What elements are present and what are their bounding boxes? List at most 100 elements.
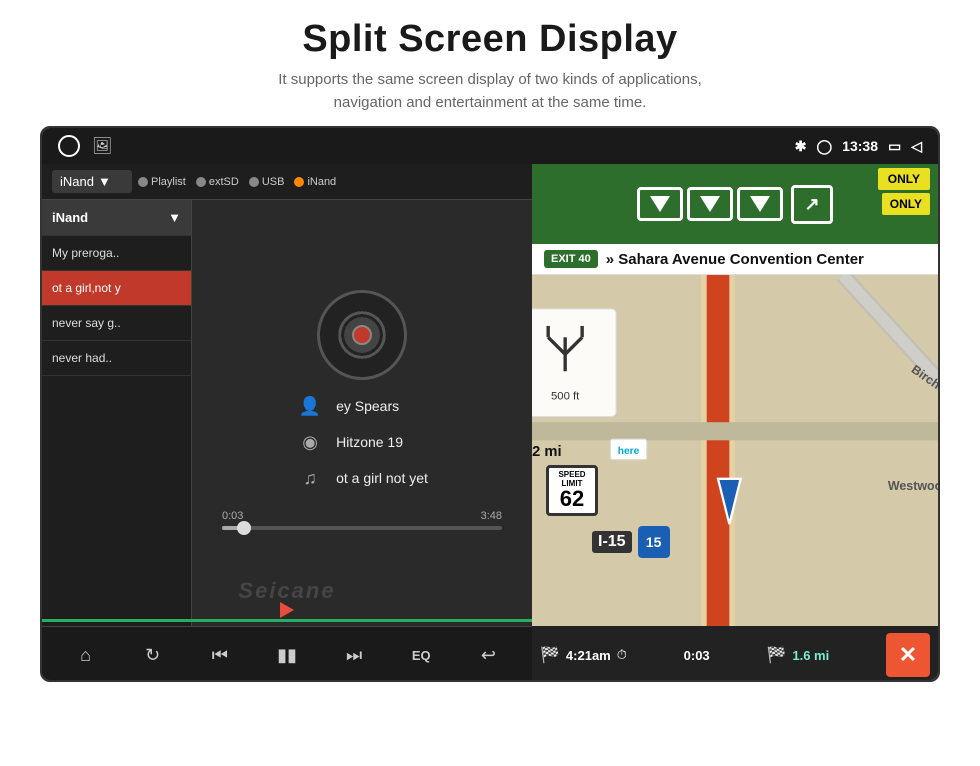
progress-bar[interactable] — [222, 526, 502, 530]
image-icon: 🖼 — [92, 136, 112, 156]
map-svg: Birch St Westwoo... 500 ft — [532, 275, 938, 626]
highway-badge: I-15 15 — [592, 526, 670, 558]
highway-sign-1 — [637, 187, 683, 221]
source-selector-bar: iNand ▼ Playlist extSD USB — [42, 164, 532, 200]
chevron-down-icon: ▼ — [98, 174, 111, 189]
pause-button[interactable]: ▮▮ — [267, 636, 307, 676]
music-player-panel: iNand ▼ Playlist extSD USB — [42, 164, 532, 682]
end-flag-icon: 🏁 — [766, 645, 786, 665]
svg-text:0.2 mi: 0.2 mi — [532, 444, 562, 460]
time-display: 13:38 — [842, 138, 878, 154]
artist-row: 👤 ey Spears — [296, 392, 428, 420]
source-option-extsd[interactable]: extSD — [196, 176, 239, 188]
trip-time-block: 0:03 — [684, 648, 710, 663]
only-sign: ONLY — [882, 193, 930, 215]
map-area: Birch St Westwoo... 500 ft — [532, 275, 938, 626]
radio-dot-extsd — [196, 177, 206, 187]
controls-bar: ⌂ ↻ ⏮ ▮▮ ⏭ EQ ↩ — [42, 626, 532, 682]
svg-text:here: here — [618, 446, 640, 457]
device-frame: 🖼 ✱ ◯ 13:38 ▭ ◁ iNand ▼ Playlist — [40, 126, 940, 682]
home-button[interactable]: ⌂ — [66, 636, 106, 676]
speed-limit-value: 62 — [560, 486, 584, 511]
next-button[interactable]: ⏭ — [334, 636, 374, 676]
location-icon: ◯ — [817, 138, 833, 155]
list-item[interactable]: ot a girl,not y — [42, 271, 191, 306]
screen-icon: ▭ — [888, 138, 901, 155]
person-icon: 👤 — [296, 392, 324, 420]
bluetooth-icon: ✱ — [795, 138, 807, 155]
main-content: iNand ▼ Playlist extSD USB — [42, 164, 938, 682]
destination-text: » Sahara Avenue Convention Center — [606, 251, 864, 268]
distance-block: 🏁 1.6 mi — [766, 645, 829, 665]
source-dropdown[interactable]: iNand ▼ — [52, 170, 132, 193]
page-subtitle: It supports the same screen display of t… — [60, 69, 920, 114]
source-header-item: iNand ▼ — [42, 200, 191, 236]
song-list: iNand ▼ My preroga.. ot a girl,not y nev… — [42, 200, 192, 626]
progress-area: 0:03 3:48 — [202, 504, 522, 536]
nav-bottom-bar: 🏁 4:21am ⏱ 0:03 🏁 1.6 mi ✕ — [532, 626, 938, 682]
highway-shield: 15 — [638, 526, 670, 558]
arrow-diag-icon: ↗ — [804, 194, 819, 215]
play-indicator — [280, 602, 294, 618]
page-header: Split Screen Display It supports the sam… — [0, 0, 980, 126]
progress-thumb[interactable] — [237, 521, 251, 535]
svg-text:Westwoo...: Westwoo... — [888, 479, 938, 493]
navigation-panel: ↗ ONLY ONLY EXIT 40 » Sahara Avenue Conv… — [532, 164, 938, 682]
arrow-down-icon-2 — [700, 196, 720, 212]
speed-limit-sign: SPEEDLIMIT 62 — [546, 465, 598, 516]
track-name: ot a girl not yet — [336, 470, 428, 486]
highway-label: I-15 — [592, 531, 632, 553]
source-option-playlist[interactable]: Playlist — [138, 176, 186, 188]
radio-dot-inand — [294, 177, 304, 187]
arrow-down-icon-1 — [650, 196, 670, 212]
only-badge: ONLY — [878, 168, 930, 190]
exit-badge: EXIT 40 — [544, 250, 598, 268]
highway-sign-4: ↗ ONLY — [791, 185, 832, 224]
prev-button[interactable]: ⏮ — [200, 636, 240, 676]
disc-icon: ◉ — [296, 428, 324, 456]
track-row: ♫ ot a girl not yet — [296, 464, 428, 492]
trip-time: 0:03 — [684, 648, 710, 663]
page-title: Split Screen Display — [60, 18, 920, 61]
nav-highway-signs: ↗ ONLY ONLY — [532, 164, 938, 244]
total-time: 3:48 — [481, 510, 502, 522]
distance-remaining: 1.6 mi — [792, 648, 829, 663]
highway-sign-3 — [737, 187, 783, 221]
current-time: 0:03 — [222, 510, 243, 522]
list-item[interactable]: My preroga.. — [42, 236, 191, 271]
source-option-usb[interactable]: USB — [249, 176, 285, 188]
vinyl-center — [352, 325, 372, 345]
track-info: 👤 ey Spears ◉ Hitzone 19 ♫ ot a girl not… — [296, 392, 428, 492]
source-options: Playlist extSD USB iNand — [138, 176, 336, 188]
vinyl-disk — [317, 290, 407, 380]
status-left: 🖼 — [58, 135, 112, 157]
playlist-area: iNand ▼ My preroga.. ot a girl,not y nev… — [42, 200, 532, 626]
source-option-inand[interactable]: iNand — [294, 176, 336, 188]
repeat-button[interactable]: ↻ — [133, 636, 173, 676]
album-name: Hitzone 19 — [336, 434, 403, 450]
circle-icon — [58, 135, 80, 157]
arrow-down-icon-3 — [750, 196, 770, 212]
eta-block: 🏁 4:21am ⏱ — [540, 645, 627, 665]
svg-text:500 ft: 500 ft — [551, 391, 580, 403]
eq-button[interactable]: EQ — [401, 636, 441, 676]
artist-name: ey Spears — [336, 398, 399, 414]
start-flag-icon: 🏁 — [540, 645, 560, 665]
status-right: ✱ ◯ 13:38 ▭ ◁ — [795, 138, 922, 155]
list-item[interactable]: never had.. — [42, 341, 191, 376]
highway-sign-2 — [687, 187, 733, 221]
eta-time: 4:21am — [566, 648, 611, 663]
radio-dot-playlist — [138, 177, 148, 187]
chevron-down-icon-list: ▼ — [168, 210, 181, 225]
nav-info-banner: EXIT 40 » Sahara Avenue Convention Cente… — [532, 244, 938, 275]
music-note-icon: ♫ — [296, 464, 324, 492]
nav-close-button[interactable]: ✕ — [886, 633, 930, 677]
list-item[interactable]: never say g.. — [42, 306, 191, 341]
clock-icon: ⏱ — [617, 647, 627, 663]
back-icon: ◁ — [911, 138, 922, 155]
progress-times: 0:03 3:48 — [222, 510, 502, 522]
green-line — [42, 619, 532, 622]
now-playing-area: 👤 ey Spears ◉ Hitzone 19 ♫ ot a girl not… — [192, 200, 532, 626]
status-bar: 🖼 ✱ ◯ 13:38 ▭ ◁ — [42, 128, 938, 164]
back-button[interactable]: ↩ — [468, 636, 508, 676]
